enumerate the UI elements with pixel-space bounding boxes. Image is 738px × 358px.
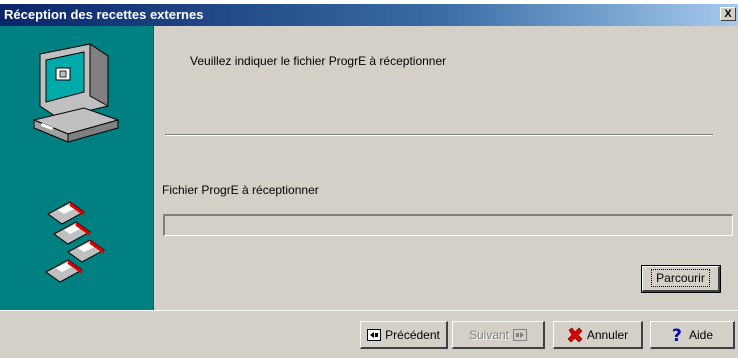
previous-icon [367,328,382,341]
instruction-text: Veuillez indiquer le fichier ProgrE à ré… [190,54,447,68]
browse-button-label: Parcourir [651,269,710,287]
title-bar: Réception des recettes externes X [0,4,738,26]
close-icon: X [724,8,732,20]
next-label: Suivant [468,327,510,342]
next-button[interactable]: Suivant [452,321,545,349]
file-path-input[interactable] [163,214,733,236]
previous-button[interactable]: Précédent [360,321,448,349]
side-panel [0,26,154,310]
browse-button[interactable]: Parcourir [641,265,721,293]
diskettes-icon [45,201,105,283]
cancel-label: Annuler [586,327,629,342]
computer-icon [32,43,120,143]
window-title: Réception des recettes externes [4,7,204,22]
footer-bar: Précédent Suivant Annuler ? Aide [0,310,738,358]
cancel-button[interactable]: Annuler [553,321,643,349]
previous-label: Précédent [385,327,440,342]
svg-text:?: ? [672,326,682,344]
cancel-x-icon [567,327,583,342]
help-question-icon: ? [672,326,682,344]
help-label: Aide [688,327,714,342]
separator-line [165,134,713,136]
file-field-label: Fichier ProgrE à réceptionner [162,183,319,197]
help-button[interactable]: ? Aide [650,321,735,349]
dialog-body: Veuillez indiquer le fichier ProgrE à ré… [0,26,738,310]
next-icon [513,328,528,341]
close-button[interactable]: X [720,7,736,21]
